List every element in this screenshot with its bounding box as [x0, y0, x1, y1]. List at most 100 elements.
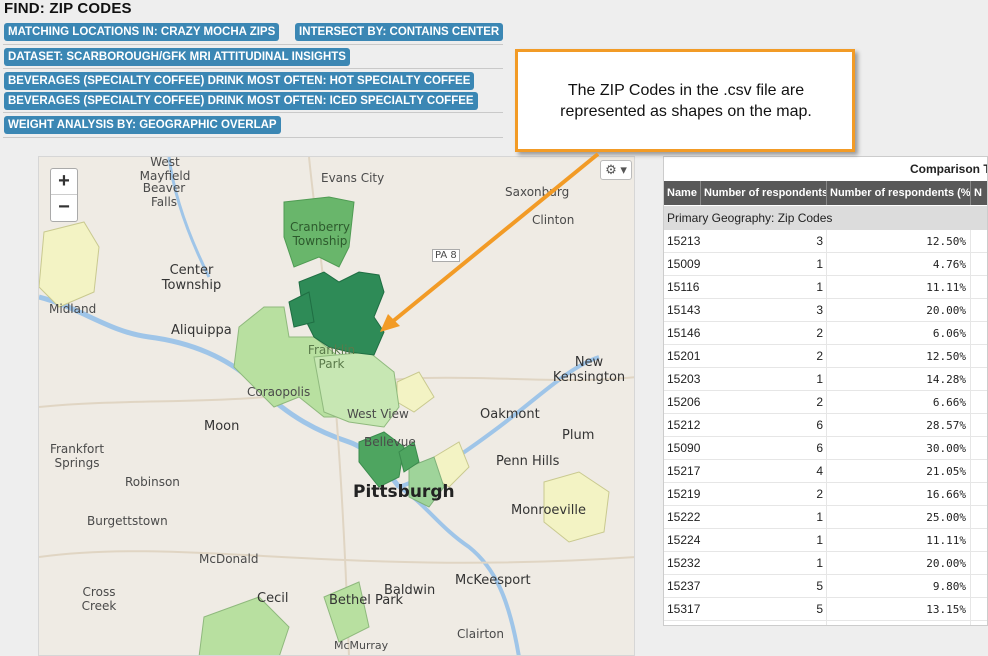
map-label: McKeesport: [455, 573, 531, 588]
map-label: Cecil: [257, 591, 289, 606]
map-label: Cranberry Township: [289, 220, 351, 248]
page-title: FIND: ZIP CODES: [4, 0, 132, 17]
divider: [3, 68, 503, 69]
respondents-pct-cell: 20.00%: [827, 552, 971, 574]
respondents-pct-cell: 4.76%: [827, 253, 971, 275]
table-row[interactable]: 15222 1 25.00%: [664, 506, 987, 529]
table-row[interactable]: 15317 5 13.15%: [664, 598, 987, 621]
respondents-cell: 2: [701, 483, 827, 505]
map-label: McMurray: [334, 639, 389, 652]
column-header-respondents-pct[interactable]: Number of respondents (%): [827, 181, 971, 205]
respondents-cell: 3: [701, 299, 827, 321]
map-label: Plum: [562, 428, 595, 443]
map-label: Coraopolis: [247, 385, 311, 399]
column-header-truncated[interactable]: N: [971, 181, 987, 205]
map-panel[interactable]: West Mayfield Beaver Falls Evans City Sa…: [38, 156, 635, 656]
column-header-name[interactable]: Name: [664, 181, 701, 205]
zip-name-cell: 15212: [667, 418, 701, 432]
respondents-cell: 2: [701, 391, 827, 413]
respondents-cell: 6: [701, 437, 827, 459]
group-row[interactable]: Primary Geography: Zip Codes: [664, 206, 987, 230]
respondents-cell: 5: [701, 575, 827, 597]
divider: [3, 137, 503, 138]
zip-name-cell: 15224: [667, 533, 701, 547]
respondents-pct-cell: 6.06%: [827, 322, 971, 344]
respondents-pct-cell: 13.15%: [827, 598, 971, 620]
table-row[interactable]: 15217 4 21.05%: [664, 460, 987, 483]
zip-name-cell: 15219: [667, 487, 701, 501]
table-row[interactable]: 15212 6 28.57%: [664, 414, 987, 437]
intersect-by-tag[interactable]: INTERSECT BY: CONTAINS CENTER: [295, 23, 504, 41]
respondents-pct-cell: 30.00%: [827, 437, 971, 459]
table-row[interactable]: 15224 1 11.11%: [664, 529, 987, 552]
respondents-pct-cell: 25.00%: [827, 506, 971, 528]
map-label: Moon: [204, 419, 240, 434]
table-row[interactable]: 15206 2 6.66%: [664, 391, 987, 414]
respondents-pct-cell: 12.50%: [827, 230, 971, 252]
table-row[interactable]: 15201 2 12.50%: [664, 345, 987, 368]
table-row[interactable]: 15203 1 14.28%: [664, 368, 987, 391]
table-row[interactable]: 15237 5 9.80%: [664, 575, 987, 598]
respondents-pct-cell: 12.50%: [827, 345, 971, 367]
truncated-cell: [971, 598, 987, 620]
map-label: Bethel Park: [329, 593, 404, 608]
zip-name-cell: 15203: [667, 372, 701, 386]
weight-analysis-tag[interactable]: WEIGHT ANALYSIS BY: GEOGRAPHIC OVERLAP: [4, 116, 281, 134]
zip-name-cell: 15201: [667, 349, 701, 363]
matching-locations-tag[interactable]: MATCHING LOCATIONS IN: CRAZY MOCHA ZIPS: [4, 23, 280, 41]
table-body: 15213 3 12.50% 15009 1 4.76% 15116 1 11.11% 15143…: [664, 230, 987, 625]
respondents-pct-cell: 16.66%: [827, 483, 971, 505]
zip-name-cell: 15146: [667, 326, 701, 340]
map-label: Aliquippa: [171, 323, 232, 338]
zip-name-cell: 15116: [667, 280, 700, 294]
divider: [3, 44, 503, 45]
table-row[interactable]: 15143 3 20.00%: [664, 299, 987, 322]
truncated-cell: [971, 460, 987, 482]
truncated-cell: [971, 437, 987, 459]
table-row[interactable]: 15116 1 11.11%: [664, 276, 987, 299]
table-row[interactable]: 15009 1 4.76%: [664, 253, 987, 276]
map-label: West Mayfield: [139, 156, 191, 183]
zoom-in-button[interactable]: +: [51, 169, 77, 195]
table-row[interactable]: 15213 3 12.50%: [664, 230, 987, 253]
truncated-cell: [971, 575, 987, 597]
truncated-cell: [971, 230, 987, 252]
truncated-cell: [971, 322, 987, 344]
beverage-hot-tag[interactable]: BEVERAGES (SPECIALTY COFFEE) DRINK MOST …: [4, 72, 475, 90]
respondents-pct-cell: 11.11%: [827, 276, 971, 298]
map-label: West View: [347, 407, 409, 421]
zip-shape[interactable]: [323, 581, 370, 643]
zip-name-cell: 15009: [667, 257, 701, 271]
truncated-cell: [971, 621, 987, 625]
table-row[interactable]: 15232 1 20.00%: [664, 552, 987, 575]
map-label: Frankfort Springs: [49, 442, 105, 470]
respondents-cell: 2: [701, 322, 827, 344]
table-row[interactable]: 15219 2 16.66%: [664, 483, 987, 506]
dataset-tag[interactable]: DATASET: SCARBOROUGH/GFK MRI ATTITUDINAL…: [4, 48, 350, 66]
truncated-cell: [971, 529, 987, 551]
zip-shape-dark[interactable]: [288, 291, 315, 328]
beverage-iced-tag[interactable]: BEVERAGES (SPECIALTY COFFEE) DRINK MOST …: [4, 92, 478, 110]
zip-name-cell: 15317: [667, 602, 701, 616]
respondents-cell: 1: [701, 276, 827, 298]
table-title: Comparison T: [910, 162, 988, 176]
map-label: Clairton: [457, 627, 504, 641]
table-row[interactable]: 15146 2 6.06%: [664, 322, 987, 345]
column-header-respondents[interactable]: Number of respondents: [701, 181, 827, 205]
zip-name-cell: 15143: [667, 303, 701, 317]
truncated-cell: [971, 391, 987, 413]
respondents-pct-cell: 14.28%: [827, 368, 971, 390]
map-label: Robinson: [125, 475, 180, 489]
zoom-out-button[interactable]: −: [51, 195, 77, 221]
map-label: Oakmont: [480, 407, 540, 422]
respondents-pct-cell: 9.80%: [827, 575, 971, 597]
table-row[interactable]: 15090 6 30.00%: [664, 437, 987, 460]
respondents-cell: 3: [701, 621, 827, 625]
zip-shape[interactable]: [39, 221, 100, 308]
gear-icon[interactable]: ⚙ ▾: [600, 160, 632, 180]
table-row[interactable]: 16066313.63%: [664, 621, 987, 625]
callout-box: The ZIP Codes in the .csv file are repre…: [515, 49, 855, 152]
callout-text: The ZIP Codes in the .csv file are repre…: [560, 82, 812, 120]
map-label: McDonald: [199, 552, 259, 566]
map-label: Cross Creek: [81, 585, 117, 613]
